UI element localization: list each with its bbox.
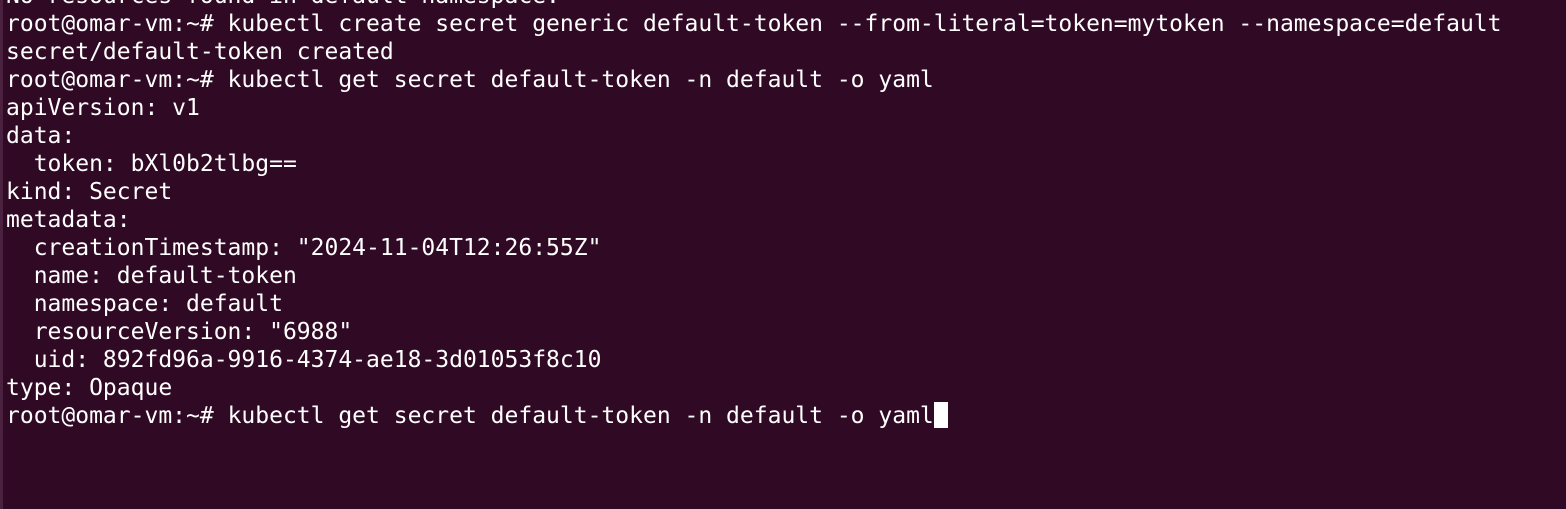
output-line: token: bXl0b2tlbg== (6, 151, 297, 177)
output-line: namespace: default (6, 291, 283, 317)
output-line: name: default-token (6, 263, 297, 289)
output-line: uid: 892fd96a-9916-4374-ae18-3d01053f8c1… (6, 347, 602, 373)
output-line: data: (6, 123, 76, 149)
text-cursor (933, 402, 948, 428)
output-line: metadata: (6, 207, 131, 233)
output-line: No resources found in default namespace. (6, 0, 1566, 10)
output-line: resourceVersion: "6988" (6, 319, 353, 345)
shell-prompt: root@omar-vm:~# (6, 403, 228, 429)
output-line: apiVersion: v1 (6, 95, 200, 121)
output-line: secret/default-token created (6, 39, 394, 65)
command-input[interactable]: kubectl get secret default-token -n defa… (228, 403, 934, 429)
output-line: creationTimestamp: "2024-11-04T12:26:55Z… (6, 235, 602, 261)
terminal-output: No resources found in default namespace.… (6, 0, 1566, 430)
command-line: root@omar-vm:~# kubectl get secret defau… (6, 67, 934, 93)
output-line: type: Opaque (6, 375, 173, 401)
prompt-line[interactable]: root@omar-vm:~# kubectl get secret defau… (6, 402, 1566, 430)
command-line: root@omar-vm:~# kubectl create secret ge… (6, 11, 1502, 37)
window-left-edge (0, 0, 3, 509)
output-line: kind: Secret (6, 179, 173, 205)
terminal-window[interactable]: No resources found in default namespace.… (0, 0, 1566, 509)
